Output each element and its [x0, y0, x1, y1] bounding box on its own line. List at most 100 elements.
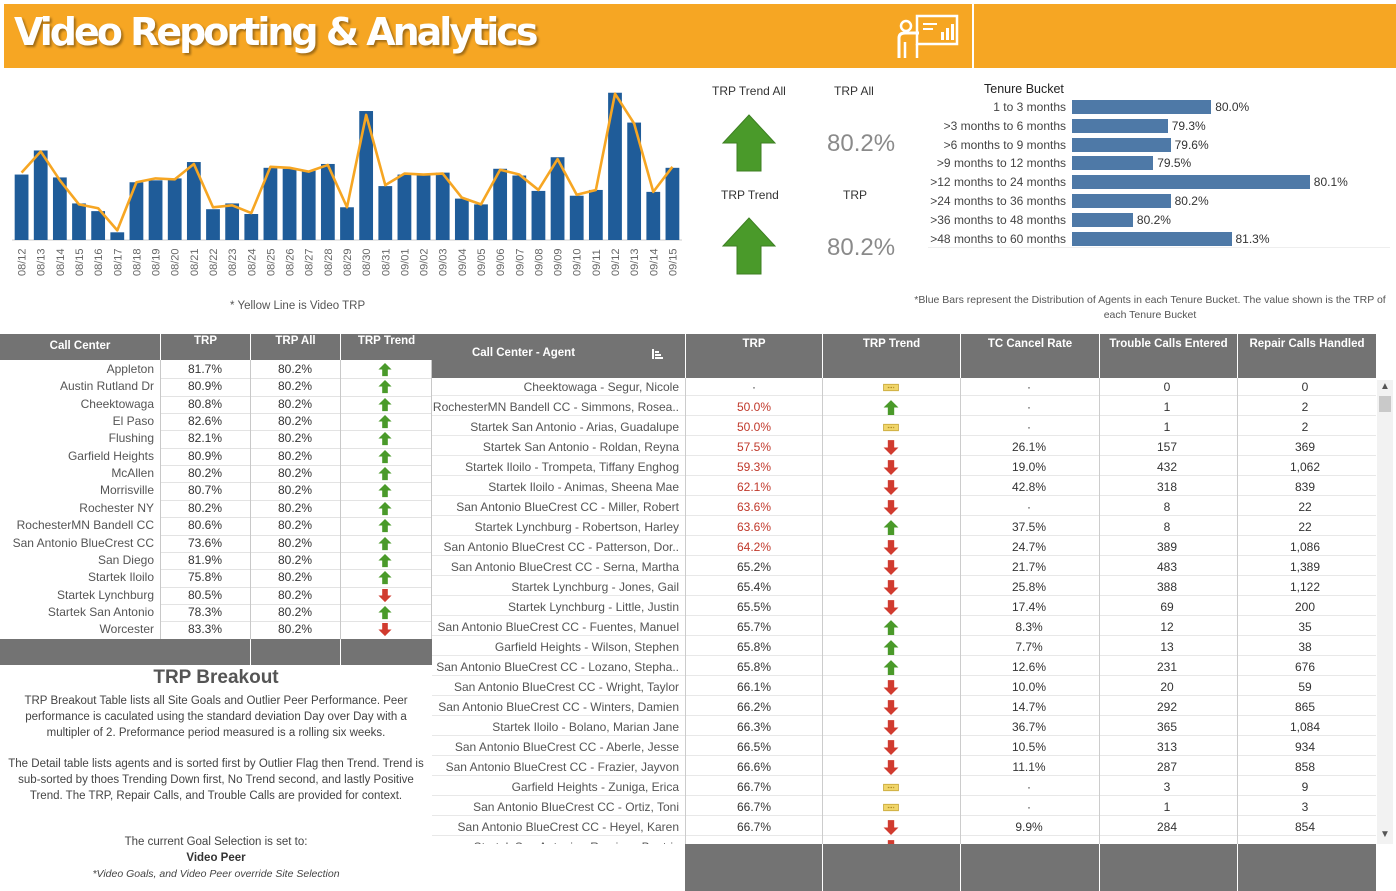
agent-repair-calls: 1,084	[1289, 720, 1321, 734]
table-row[interactable]: Startek Lynchburg - Robertson, Harley 63.…	[432, 517, 1376, 537]
tenure-row[interactable]: >3 months to 6 months 79.3%	[900, 118, 1390, 134]
trend-up-arrow-icon	[883, 620, 899, 635]
agent-cancel-rate: ·	[1027, 780, 1031, 794]
trend-bar[interactable]	[569, 195, 584, 240]
date-tick-label: 08/26	[285, 248, 297, 276]
table-row[interactable]: San Antonio BlueCrest CC - Lozano, Steph…	[432, 657, 1376, 677]
agent-header-name[interactable]: Call Center - Agent	[432, 334, 685, 378]
trend-bar[interactable]	[340, 207, 354, 240]
cc-header-call-center[interactable]: Call Center	[0, 334, 160, 360]
trend-bar[interactable]	[148, 180, 163, 240]
table-row[interactable]: San Antonio BlueCrest CC - Ortiz, Toni 66…	[432, 797, 1376, 817]
trend-bar[interactable]	[435, 172, 450, 240]
tenure-bar[interactable]	[1072, 175, 1310, 190]
trp-all-label: TRP All	[834, 84, 874, 98]
agent-header-cancel-rate[interactable]: TC Cancel Rate	[961, 334, 1099, 378]
table-row[interactable]: Startek San Antonio - Roldan, Reyna 57.5%…	[432, 437, 1376, 457]
cc-header-trp[interactable]: TRP	[161, 334, 250, 360]
table-row[interactable]: Startek Iloilo - Animas, Sheena Mae 62.1%…	[432, 477, 1376, 497]
trend-bar[interactable]	[206, 209, 220, 240]
table-row[interactable]: San Antonio BlueCrest CC - Patterson, Do…	[432, 537, 1376, 557]
tenure-row[interactable]: >6 months to 9 months 79.6%	[900, 137, 1390, 153]
trend-bar[interactable]	[225, 203, 240, 240]
trend-bar[interactable]	[301, 170, 316, 240]
tenure-row[interactable]: >36 months to 48 months 80.2%	[900, 212, 1390, 228]
tenure-bar[interactable]	[1072, 212, 1133, 227]
table-row[interactable]: Startek Lynchburg - Little, Justin 65.5% 1…	[432, 597, 1376, 617]
scroll-up-icon[interactable]: ▲	[1377, 380, 1393, 394]
table-row[interactable]: Startek San Antonio - Ramirez, Beatriz	[432, 837, 1376, 844]
trend-bar[interactable]	[167, 178, 182, 240]
agent-header-trend[interactable]: TRP Trend	[823, 334, 960, 378]
date-tick-label: 08/12	[17, 248, 29, 276]
trend-bar[interactable]	[588, 189, 603, 240]
agent-trp: 65.8%	[736, 660, 772, 674]
table-row[interactable]: RochesterMN Bandell CC - Simmons, Rosea.…	[432, 397, 1376, 417]
tenure-bucket-title: Tenure Bucket	[984, 82, 1064, 96]
trend-bar[interactable]	[282, 168, 297, 240]
agent-header-trouble-calls[interactable]: Trouble Calls Entered	[1100, 334, 1237, 378]
trend-bar[interactable]	[454, 198, 469, 240]
tenure-bar[interactable]	[1072, 156, 1154, 171]
tenure-bar[interactable]	[1072, 231, 1232, 246]
table-row[interactable]: San Antonio BlueCrest CC - Fuentes, Manu…	[432, 617, 1376, 637]
tenure-row[interactable]: 1 to 3 months 80.0%	[900, 99, 1390, 115]
trend-bar[interactable]	[646, 191, 661, 240]
table-row[interactable]: San Antonio BlueCrest CC - Heyel, Karen 6…	[432, 817, 1376, 837]
table-row[interactable]: Startek Iloilo - Bolano, Marian Jane 66.3…	[432, 717, 1376, 737]
trend-bar[interactable]	[531, 190, 546, 240]
tenure-bar[interactable]	[1072, 137, 1171, 152]
trend-bar[interactable]	[416, 174, 431, 240]
trend-bar[interactable]	[378, 186, 393, 240]
agent-trp: 57.5%	[736, 440, 772, 454]
agent-trouble-calls: 12	[1160, 620, 1174, 634]
tenure-bar[interactable]	[1072, 118, 1168, 133]
agent-name: Startek Lynchburg - Robertson, Harley	[474, 520, 679, 534]
date-tick-label: 08/30	[361, 248, 373, 276]
table-row[interactable]: Cheektowaga - Segur, Nicole · · 0 0	[432, 378, 1376, 397]
table-row[interactable]: San Antonio BlueCrest CC - Serna, Martha…	[432, 557, 1376, 577]
agent-header-trp[interactable]: TRP	[686, 334, 822, 378]
table-row[interactable]: Garfield Heights - Wilson, Stephen 65.8% 7…	[432, 637, 1376, 657]
sort-icon[interactable]	[651, 348, 664, 361]
agent-table-scrollbar[interactable]	[1377, 380, 1393, 844]
trend-bar[interactable]	[110, 232, 125, 240]
scrollbar-thumb[interactable]	[1379, 396, 1391, 412]
agent-name: Startek San Antonio - Roldan, Reyna	[482, 440, 679, 454]
date-tick-label: 09/02	[419, 248, 431, 276]
table-row[interactable]: Appleton 81.7% 80.2%	[0, 361, 432, 378]
tenure-row[interactable]: >24 months to 36 months 80.2%	[900, 193, 1390, 209]
tenure-bar[interactable]	[1072, 100, 1212, 114]
table-row[interactable]: San Antonio BlueCrest CC - Aberle, Jesse…	[432, 737, 1376, 757]
trend-bar[interactable]	[14, 174, 29, 240]
agent-header-repair-calls[interactable]: Repair Calls Handled	[1238, 334, 1376, 378]
row-divider	[432, 755, 1376, 756]
trend-bar[interactable]	[33, 150, 48, 240]
table-row[interactable]: San Antonio BlueCrest CC - Wright, Taylo…	[432, 677, 1376, 697]
table-row[interactable]: Startek San Antonio - Arias, Guadalupe 50…	[432, 417, 1376, 437]
tenure-row[interactable]: >48 months to 60 months 81.3%	[900, 231, 1390, 247]
table-row[interactable]: Startek Lynchburg - Jones, Gail 65.4% 25.8…	[432, 577, 1376, 597]
cc-header-trp-all[interactable]: TRP All	[251, 334, 340, 360]
tenure-row[interactable]: >9 months to 12 months 79.5%	[900, 155, 1390, 171]
agent-trp: 66.3%	[736, 720, 772, 734]
trend-bar[interactable]	[244, 214, 259, 240]
table-row[interactable]: San Antonio BlueCrest CC - Miller, Rober…	[432, 497, 1376, 517]
table-row[interactable]: Garfield Heights - Zuniga, Erica 66.7% · 3 9	[432, 777, 1376, 797]
tenure-bar[interactable]	[1072, 194, 1171, 208]
table-row[interactable]: San Antonio BlueCrest CC - Frazier, Jayv…	[432, 757, 1376, 777]
trp-all-value: 80.2%	[827, 130, 896, 157]
agent-trouble-calls: 20	[1160, 680, 1174, 694]
table-row[interactable]: Startek Iloilo - Trompeta, Tiffany Engho…	[432, 457, 1376, 477]
row-divider	[432, 655, 1376, 656]
trend-bar[interactable]	[665, 167, 680, 240]
agent-name: Startek San Antonio - Arias, Guadalupe	[470, 420, 679, 434]
tenure-row[interactable]: >12 months to 24 months 80.1%	[900, 174, 1390, 190]
table-row[interactable]: San Antonio BlueCrest CC - Winters, Dami…	[432, 697, 1376, 717]
trend-bar[interactable]	[512, 175, 527, 240]
scroll-down-icon[interactable]: ▼	[1377, 828, 1393, 842]
trend-bar[interactable]	[397, 174, 412, 240]
trend-down-arrow-icon	[883, 600, 899, 615]
trend-bar[interactable]	[474, 204, 488, 240]
trend-bar[interactable]	[72, 203, 86, 240]
